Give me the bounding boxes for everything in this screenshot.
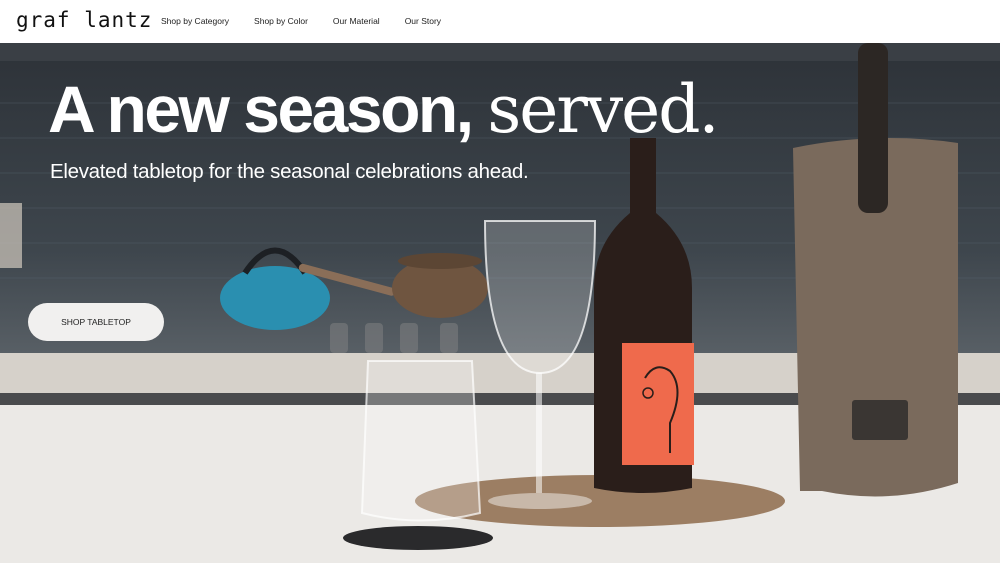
nav-our-story[interactable]: Our Story — [405, 16, 441, 26]
headline-part-1: A new season, — [48, 72, 474, 146]
hero-headline: A new season, served. — [48, 76, 719, 143]
hero-subheadline: Elevated tabletop for the seasonal celeb… — [50, 160, 529, 183]
brand-logo[interactable]: graf lantz — [16, 8, 152, 32]
headline-part-2: served. — [487, 71, 719, 148]
nav-our-material[interactable]: Our Material — [333, 16, 380, 26]
site-header: graf lantz Shop by Category Shop by Colo… — [0, 0, 1000, 43]
hero-banner: A new season, served. Elevated tabletop … — [0, 43, 1000, 563]
nav-shop-by-color[interactable]: Shop by Color — [254, 16, 308, 26]
main-nav: Shop by Category Shop by Color Our Mater… — [161, 16, 466, 26]
shop-tabletop-button[interactable]: SHOP TABLETOP — [28, 303, 164, 341]
nav-shop-by-category[interactable]: Shop by Category — [161, 16, 229, 26]
